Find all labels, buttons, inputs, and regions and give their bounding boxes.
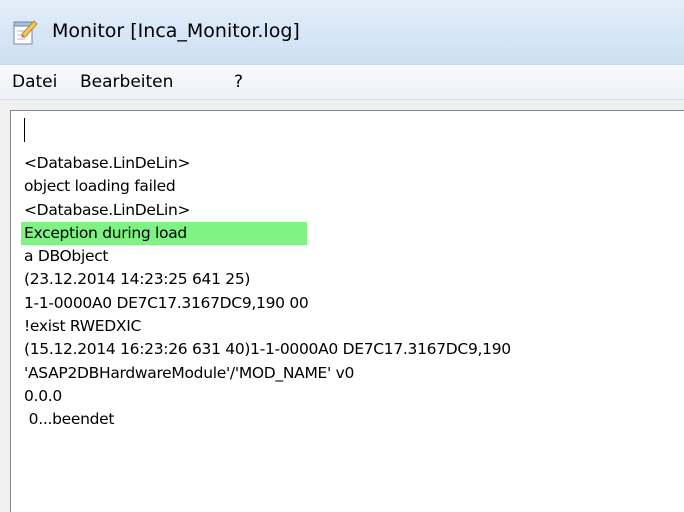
window-title: Monitor [Inca_Monitor.log] — [52, 20, 300, 42]
title-bar[interactable]: Monitor [Inca_Monitor.log] — [0, 0, 684, 64]
monitor-window: Monitor [Inca_Monitor.log] Datei Bearbei… — [0, 0, 684, 512]
log-line: 0.0.0 — [24, 386, 62, 405]
log-line: (15.12.2014 16:23:26 631 40)1-1-0000A0 D… — [24, 340, 511, 359]
menu-item-help[interactable]: ? — [234, 72, 243, 92]
text-caret — [24, 118, 25, 142]
log-lines: <Database.LinDeLin> object loading faile… — [21, 152, 511, 432]
log-line: <Database.LinDeLin> — [24, 200, 191, 219]
menu-item-bearbeiten[interactable]: Bearbeiten — [80, 72, 173, 92]
log-line: 'ASAP2DBHardwareModule'/'MOD_NAME' v0 — [24, 363, 355, 382]
log-line: 1-1-0000A0 DE7C17.3167DC9,190 00 — [24, 293, 309, 312]
log-line: <Database.LinDeLin> — [24, 154, 191, 172]
log-line: 0...beendet — [24, 410, 115, 429]
log-line: a DBObject — [24, 247, 109, 266]
highlighted-text: Exception during load — [21, 221, 307, 246]
log-line: object loading failed — [24, 177, 176, 196]
log-line: (23.12.2014 14:23:25 641 25) — [24, 270, 251, 289]
menu-bar: Datei Bearbeiten ? — [0, 64, 684, 100]
log-line-highlighted: Exception during load — [21, 221, 511, 246]
log-line: !exist RWEDXIC — [24, 317, 142, 336]
notepad-pencil-icon — [13, 20, 38, 45]
menu-item-datei[interactable]: Datei — [12, 72, 57, 92]
